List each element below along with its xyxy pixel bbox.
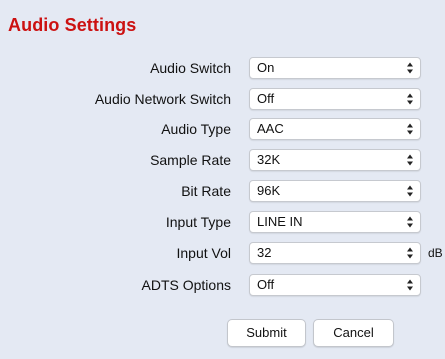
audio-network-switch-select[interactable]: Off: [249, 88, 421, 110]
up-down-chevron-icon: [407, 216, 413, 228]
input-vol-unit: dB: [428, 246, 443, 260]
audio-switch-label: Audio Switch: [150, 60, 231, 76]
input-vol-label: Input Vol: [176, 245, 232, 261]
adts-options-row: ADTS Options Off: [0, 274, 445, 296]
audio-network-switch-label: Audio Network Switch: [94, 91, 231, 107]
sample-rate-label: Sample Rate: [150, 152, 231, 168]
bit-rate-label: Bit Rate: [181, 183, 231, 199]
adts-options-value: Off: [257, 277, 275, 292]
up-down-chevron-icon: [407, 154, 413, 166]
sample-rate-value: 32K: [257, 152, 281, 167]
bit-rate-value: 96K: [257, 183, 281, 198]
up-down-chevron-icon: [407, 62, 413, 74]
page-title: Audio Settings: [8, 15, 137, 35]
up-down-chevron-icon: [407, 123, 413, 135]
audio-switch-select[interactable]: On: [249, 57, 421, 79]
input-type-select[interactable]: LINE IN: [249, 211, 421, 233]
cancel-button[interactable]: Cancel: [313, 319, 394, 347]
up-down-chevron-icon: [407, 279, 413, 291]
input-vol-value: 32: [257, 245, 272, 260]
adts-options-select[interactable]: Off: [249, 274, 421, 296]
audio-network-switch-row: Audio Network Switch Off: [0, 88, 445, 110]
submit-button[interactable]: Submit: [227, 319, 306, 347]
up-down-chevron-icon: [407, 185, 413, 197]
input-type-label: Input Type: [165, 214, 231, 230]
adts-options-label: ADTS Options: [141, 277, 231, 293]
audio-type-select[interactable]: AAC: [249, 118, 421, 140]
audio-type-label: Audio Type: [161, 121, 231, 137]
audio-switch-value: On: [257, 60, 275, 75]
sample-rate-row: Sample Rate 32K: [0, 149, 445, 171]
audio-type-row: Audio Type AAC: [0, 118, 445, 140]
bit-rate-select[interactable]: 96K: [249, 180, 421, 202]
audio-network-switch-value: Off: [257, 91, 275, 106]
bit-rate-row: Bit Rate 96K: [0, 180, 445, 202]
input-type-row: Input Type LINE IN: [0, 211, 445, 233]
audio-type-value: AAC: [257, 121, 284, 136]
up-down-chevron-icon: [407, 93, 413, 105]
sample-rate-select[interactable]: 32K: [249, 149, 421, 171]
input-type-value: LINE IN: [257, 214, 303, 229]
input-vol-row: Input Vol 32 dB: [0, 242, 445, 264]
input-vol-select[interactable]: 32: [249, 242, 421, 264]
audio-switch-row: Audio Switch On: [0, 57, 445, 79]
up-down-chevron-icon: [407, 247, 413, 259]
audio-settings-panel: Audio Settings Audio Switch On Audio Net…: [0, 0, 445, 359]
